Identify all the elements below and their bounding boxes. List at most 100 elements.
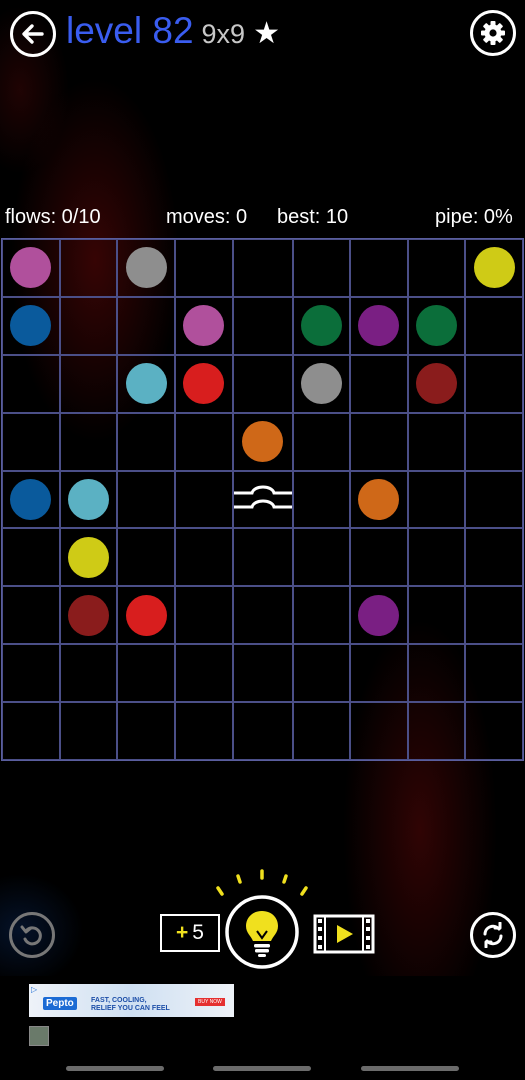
board-cell[interactable] — [232, 470, 293, 529]
board-cell[interactable] — [117, 412, 175, 471]
ad-app-icon[interactable] — [29, 1026, 49, 1046]
flow-dot-darkred[interactable] — [416, 363, 458, 405]
board-cell[interactable] — [350, 354, 408, 413]
board-cell[interactable] — [232, 412, 293, 471]
flow-dot-gray[interactable] — [300, 363, 342, 405]
game-board[interactable] — [1, 238, 524, 761]
board-cell[interactable] — [292, 470, 351, 529]
board-cell[interactable] — [350, 296, 408, 355]
board-cell[interactable] — [117, 644, 175, 703]
board-cell[interactable] — [174, 239, 233, 297]
board-cell[interactable] — [59, 586, 118, 645]
board-cell[interactable] — [2, 702, 60, 760]
flow-dot-yellow[interactable] — [473, 247, 515, 289]
board-cell[interactable] — [292, 239, 351, 297]
board-cell[interactable] — [407, 702, 466, 760]
board-cell[interactable] — [292, 296, 351, 355]
board-cell[interactable] — [174, 296, 233, 355]
board-cell[interactable] — [2, 644, 60, 703]
flow-dot-green[interactable] — [416, 305, 458, 347]
flow-dot-cyan[interactable] — [67, 478, 109, 520]
board-cell[interactable] — [174, 528, 233, 587]
board-cell[interactable] — [292, 702, 351, 760]
board-cell[interactable] — [174, 412, 233, 471]
board-cell[interactable] — [232, 586, 293, 645]
board-cell[interactable] — [59, 296, 118, 355]
undo-button[interactable] — [9, 912, 55, 958]
watch-video-button[interactable] — [313, 914, 375, 959]
board-cell[interactable] — [350, 470, 408, 529]
board-cell[interactable] — [292, 354, 351, 413]
board-cell[interactable] — [407, 239, 466, 297]
board-cell[interactable] — [2, 586, 60, 645]
board-cell[interactable] — [59, 354, 118, 413]
board-cell[interactable] — [407, 528, 466, 587]
board-cell[interactable] — [407, 644, 466, 703]
board-cell[interactable] — [465, 528, 523, 587]
board-cell[interactable] — [174, 470, 233, 529]
board-cell[interactable] — [2, 528, 60, 587]
ad-banner[interactable]: ▷ Pepto FAST, COOLING, RELIEF YOU CAN FE… — [29, 984, 234, 1017]
back-button[interactable] — [10, 11, 56, 57]
ad-cta-button[interactable]: BUY NOW — [195, 998, 225, 1006]
board-cell[interactable] — [292, 644, 351, 703]
flow-dot-orange[interactable] — [242, 421, 283, 463]
board-cell[interactable] — [232, 702, 293, 760]
board-cell[interactable] — [59, 644, 118, 703]
board-cell[interactable] — [465, 239, 523, 297]
board-cell[interactable] — [232, 239, 293, 297]
board-cell[interactable] — [117, 470, 175, 529]
board-cell[interactable] — [117, 354, 175, 413]
board-cell[interactable] — [174, 702, 233, 760]
board-cell[interactable] — [117, 528, 175, 587]
board-cell[interactable] — [232, 528, 293, 587]
board-cell[interactable] — [350, 412, 408, 471]
board-cell[interactable] — [2, 239, 60, 297]
board-cell[interactable] — [350, 528, 408, 587]
settings-button[interactable] — [470, 10, 516, 56]
board-cell[interactable] — [59, 412, 118, 471]
board-cell[interactable] — [2, 296, 60, 355]
board-cell[interactable] — [59, 528, 118, 587]
board-cell[interactable] — [292, 528, 351, 587]
flow-dot-red[interactable] — [183, 363, 225, 405]
board-cell[interactable] — [465, 412, 523, 471]
flow-dot-cyan[interactable] — [125, 363, 167, 405]
board-cell[interactable] — [59, 239, 118, 297]
board-cell[interactable] — [174, 644, 233, 703]
board-cell[interactable] — [407, 586, 466, 645]
board-cell[interactable] — [407, 354, 466, 413]
board-cell[interactable] — [407, 470, 466, 529]
board-cell[interactable] — [465, 470, 523, 529]
board-cell[interactable] — [117, 296, 175, 355]
board-cell[interactable] — [117, 239, 175, 297]
board-cell[interactable] — [292, 412, 351, 471]
board-cell[interactable] — [465, 644, 523, 703]
flow-dot-green[interactable] — [300, 305, 342, 347]
flow-dot-blue[interactable] — [10, 478, 52, 520]
board-cell[interactable] — [59, 702, 118, 760]
hint-count-box[interactable]: + 5 — [160, 914, 220, 952]
hint-button[interactable] — [224, 894, 300, 970]
flow-dot-blue[interactable] — [10, 305, 52, 347]
flow-dot-purple[interactable] — [358, 594, 400, 636]
flow-dot-darkred[interactable] — [67, 594, 109, 636]
flow-dot-purple[interactable] — [358, 305, 400, 347]
restart-button[interactable] — [470, 912, 516, 958]
board-cell[interactable] — [174, 586, 233, 645]
ad-choices-icon[interactable]: ▷ — [31, 985, 37, 994]
board-cell[interactable] — [292, 586, 351, 645]
board-cell[interactable] — [117, 702, 175, 760]
board-cell[interactable] — [350, 586, 408, 645]
board-cell[interactable] — [117, 586, 175, 645]
board-cell[interactable] — [465, 702, 523, 760]
board-cell[interactable] — [59, 470, 118, 529]
board-cell[interactable] — [232, 296, 293, 355]
board-cell[interactable] — [2, 354, 60, 413]
flow-dot-pink[interactable] — [183, 305, 225, 347]
flow-dot-orange[interactable] — [358, 478, 400, 520]
board-cell[interactable] — [350, 702, 408, 760]
board-cell[interactable] — [407, 412, 466, 471]
flow-dot-yellow[interactable] — [67, 536, 109, 578]
board-cell[interactable] — [174, 354, 233, 413]
